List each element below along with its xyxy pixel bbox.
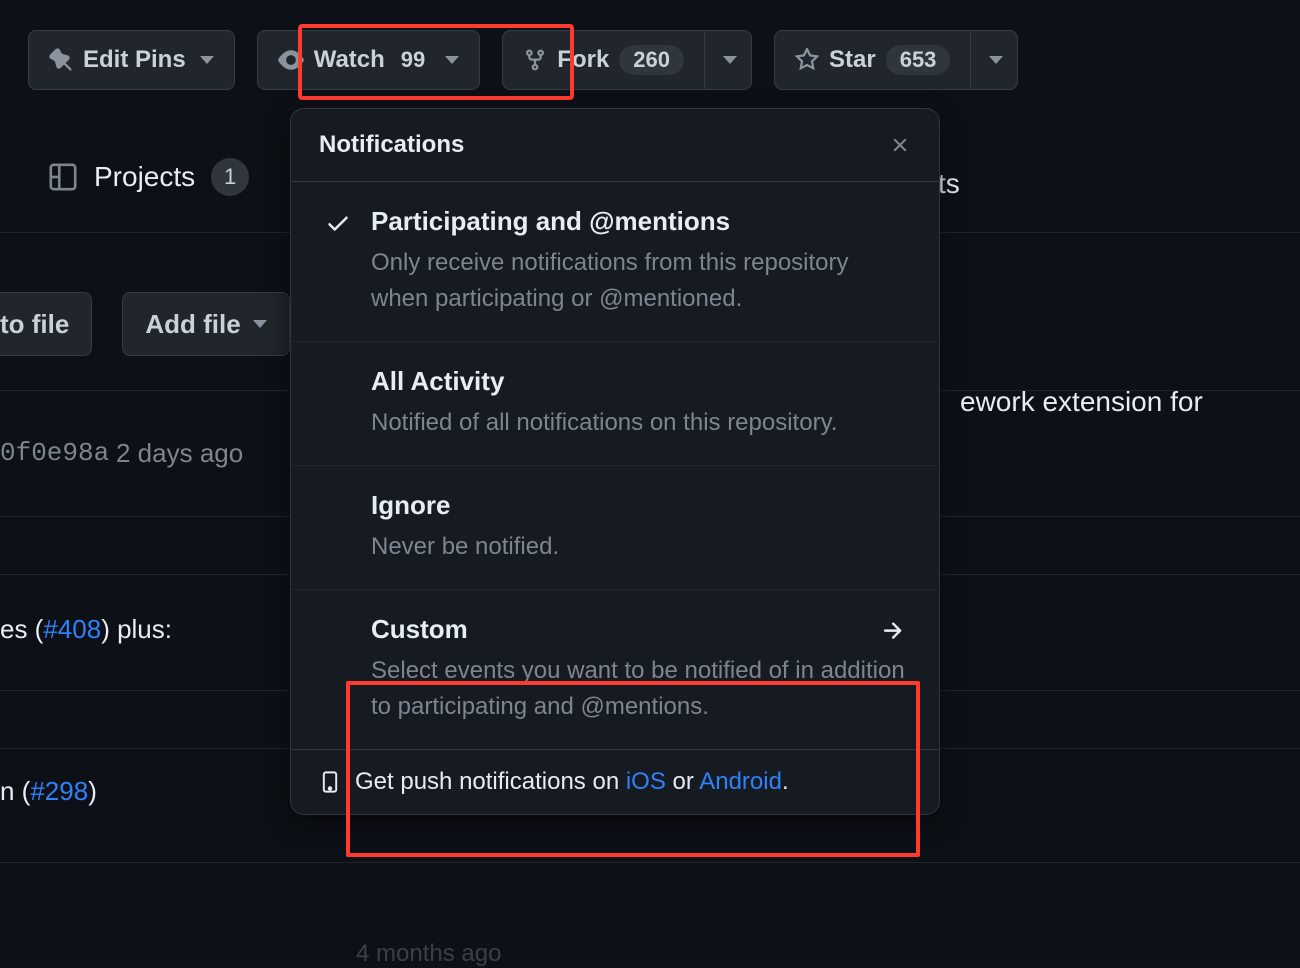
edit-pins-label: Edit Pins [83,46,186,74]
watch-count: 99 [395,47,431,73]
to-file-label: to file [0,309,69,340]
tab-text-fragment: ts [938,168,960,200]
eye-icon [278,47,304,73]
fork-count: 260 [619,45,684,75]
option-desc: Only receive notifications from this rep… [371,245,911,317]
star-dropdown-button[interactable] [970,30,1018,90]
text: n ( [0,776,30,806]
option-title: Custom [371,614,911,645]
star-button-group: Star 653 [774,30,1018,90]
text: Get push notifications on [355,768,626,795]
commit-time: 2 days ago [116,438,243,469]
footer-text: Get push notifications on iOS or Android… [355,768,789,796]
commit-message-fragment-1: es (#408) plus: [0,614,172,645]
star-count: 653 [886,45,951,75]
option-ignore[interactable]: Ignore Never be notified. [291,466,939,590]
mobile-icon [319,768,341,796]
option-title: Participating and @mentions [371,206,911,237]
text: ) plus: [101,614,172,644]
fork-dropdown-button[interactable] [704,30,752,90]
projects-tab[interactable]: Projects 1 [48,158,249,196]
option-title: All Activity [371,366,911,397]
caret-down-icon [200,56,214,64]
fork-button-group: Fork 260 [502,30,752,90]
option-title: Ignore [371,490,911,521]
dropdown-header: Notifications [291,109,939,182]
projects-count: 1 [211,158,249,196]
option-custom[interactable]: Custom Select events you want to be noti… [291,590,939,749]
commit-message-fragment-2: n (#298) [0,776,97,807]
caret-down-icon [253,320,267,328]
text: . [782,768,789,795]
fork-label: Fork [557,46,609,74]
text: or [666,768,699,795]
star-icon [795,48,819,72]
issue-link[interactable]: #408 [43,614,101,644]
fork-button[interactable]: Fork 260 [502,30,704,90]
pin-icon [49,48,73,72]
notifications-dropdown: Notifications Participating and @mention… [290,108,940,815]
add-file-label: Add file [145,309,240,340]
option-desc: Select events you want to be notified of… [371,653,911,725]
repo-action-row: Edit Pins Watch 99 Fork 260 Star 653 [28,30,1018,90]
project-icon [48,162,78,192]
edit-pins-button[interactable]: Edit Pins [28,30,235,90]
caret-down-icon [989,56,1003,64]
check-icon [325,210,351,236]
fork-icon [523,48,547,72]
option-desc: Notified of all notifications on this re… [371,405,911,441]
watch-button[interactable]: Watch 99 [257,30,481,90]
text: es ( [0,614,43,644]
dropdown-title: Notifications [319,131,464,159]
option-desc: Never be notified. [371,529,911,565]
caret-down-icon [723,56,737,64]
add-file-button[interactable]: Add file [122,292,289,356]
file-button-row: to file Add file [0,292,290,356]
ios-link[interactable]: iOS [626,768,666,795]
android-link[interactable]: Android [699,768,782,795]
commit-sha[interactable]: 0f0e98a [0,438,109,468]
file-time-fragment: 4 months ago [356,940,501,968]
arrow-right-icon [879,618,905,644]
star-label: Star [829,46,876,74]
description-fragment: ework extension for [960,386,1203,418]
projects-label: Projects [94,161,195,193]
close-icon[interactable] [889,134,911,156]
dropdown-footer: Get push notifications on iOS or Android… [291,749,939,814]
go-to-file-button[interactable]: to file [0,292,92,356]
option-all-activity[interactable]: All Activity Notified of all notificatio… [291,342,939,466]
caret-down-icon [445,56,459,64]
text: ) [88,776,97,806]
issue-link[interactable]: #298 [30,776,88,806]
star-button[interactable]: Star 653 [774,30,970,90]
option-participating[interactable]: Participating and @mentions Only receive… [291,182,939,342]
watch-label: Watch [314,46,385,74]
